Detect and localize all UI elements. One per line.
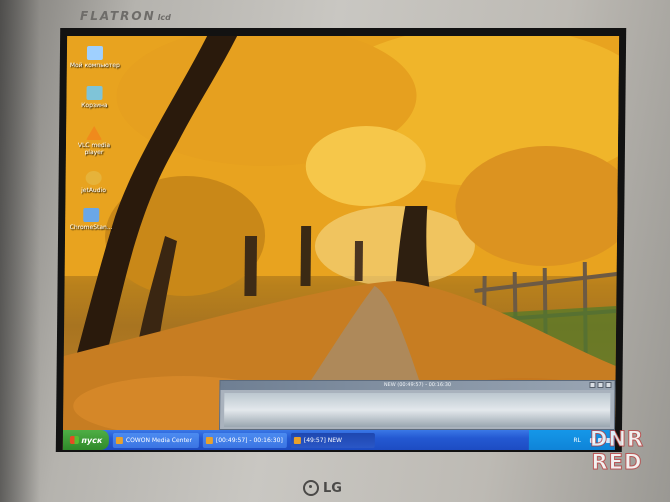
taskbar-button-label: COWON Media Center [125,436,193,444]
player-app-icon [293,436,301,444]
taskbar: пуск COWON Media Center [00:49:57] - 00:… [62,430,616,450]
player-app-icon [205,436,213,444]
start-label: пуск [81,435,103,445]
close-icon[interactable] [605,382,612,388]
recycle-bin-icon [86,86,103,100]
taskbar-button-new[interactable]: [49:57] NEW [290,432,375,448]
desktop-icon-recycle-bin[interactable]: Корзина [72,86,116,109]
vlc-cone-icon [86,126,102,140]
desktop-icon-my-computer[interactable]: Мой компьютер [69,46,120,69]
desktop-icon-vlc[interactable]: VLC media player [72,126,116,156]
lg-logo-icon [303,480,319,496]
minimize-icon[interactable] [589,382,596,388]
maximize-icon[interactable] [597,382,604,388]
monitor-screen: Мой компьютер Корзина VLC media player j… [55,28,627,452]
watermark: DNR RED [578,418,656,484]
autumn-forest-wallpaper: Мой компьютер Корзина VLC media player j… [62,36,620,450]
start-button[interactable]: пуск [62,430,110,450]
desktop-icon-label: Мой компьютер [69,62,120,69]
player-window-controls [589,382,612,388]
desktop-icon-label: jetAudio [81,187,106,194]
computer-icon [86,46,104,60]
watermark-line1: DNR [589,427,645,451]
brand-sub: lcd [157,13,171,22]
media-player-window[interactable]: NEW (00:49:57) - 00:16:30 [219,380,616,430]
desktop-icon-label: VLC media player [77,142,111,156]
desktop-icon-label: ChromeStan... [69,224,113,231]
cowon-app-icon [115,436,123,444]
desktop-icon-label: Корзина [81,102,108,109]
bezel-shadow [0,0,40,502]
player-video-area[interactable] [224,393,611,427]
installer-icon [83,208,100,222]
desktop-icon-chromestandalone[interactable]: ChromeStan... [69,208,113,231]
brand-bottom-label: LG [323,480,342,496]
taskbar-button-label: [49:57] NEW [303,436,343,444]
watermark-line2: RED [591,450,643,474]
jetaudio-icon [85,171,102,185]
player-title: NEW (00:49:57) - 00:16:30 [220,381,615,390]
monitor-brand-top: FLATRON lcd [80,9,171,23]
brand-name: FLATRON [80,9,156,23]
taskbar-button-label: [00:49:57] - 00:16:30] [215,436,283,444]
taskbar-button-cowon[interactable]: COWON Media Center [112,432,199,448]
monitor-brand-bottom: LG [303,480,342,496]
taskbar-button-player-time[interactable]: [00:49:57] - 00:16:30] [202,432,287,448]
desktop-icon-jetaudio[interactable]: jetAudio [71,171,115,194]
windows-flag-icon [69,436,79,444]
